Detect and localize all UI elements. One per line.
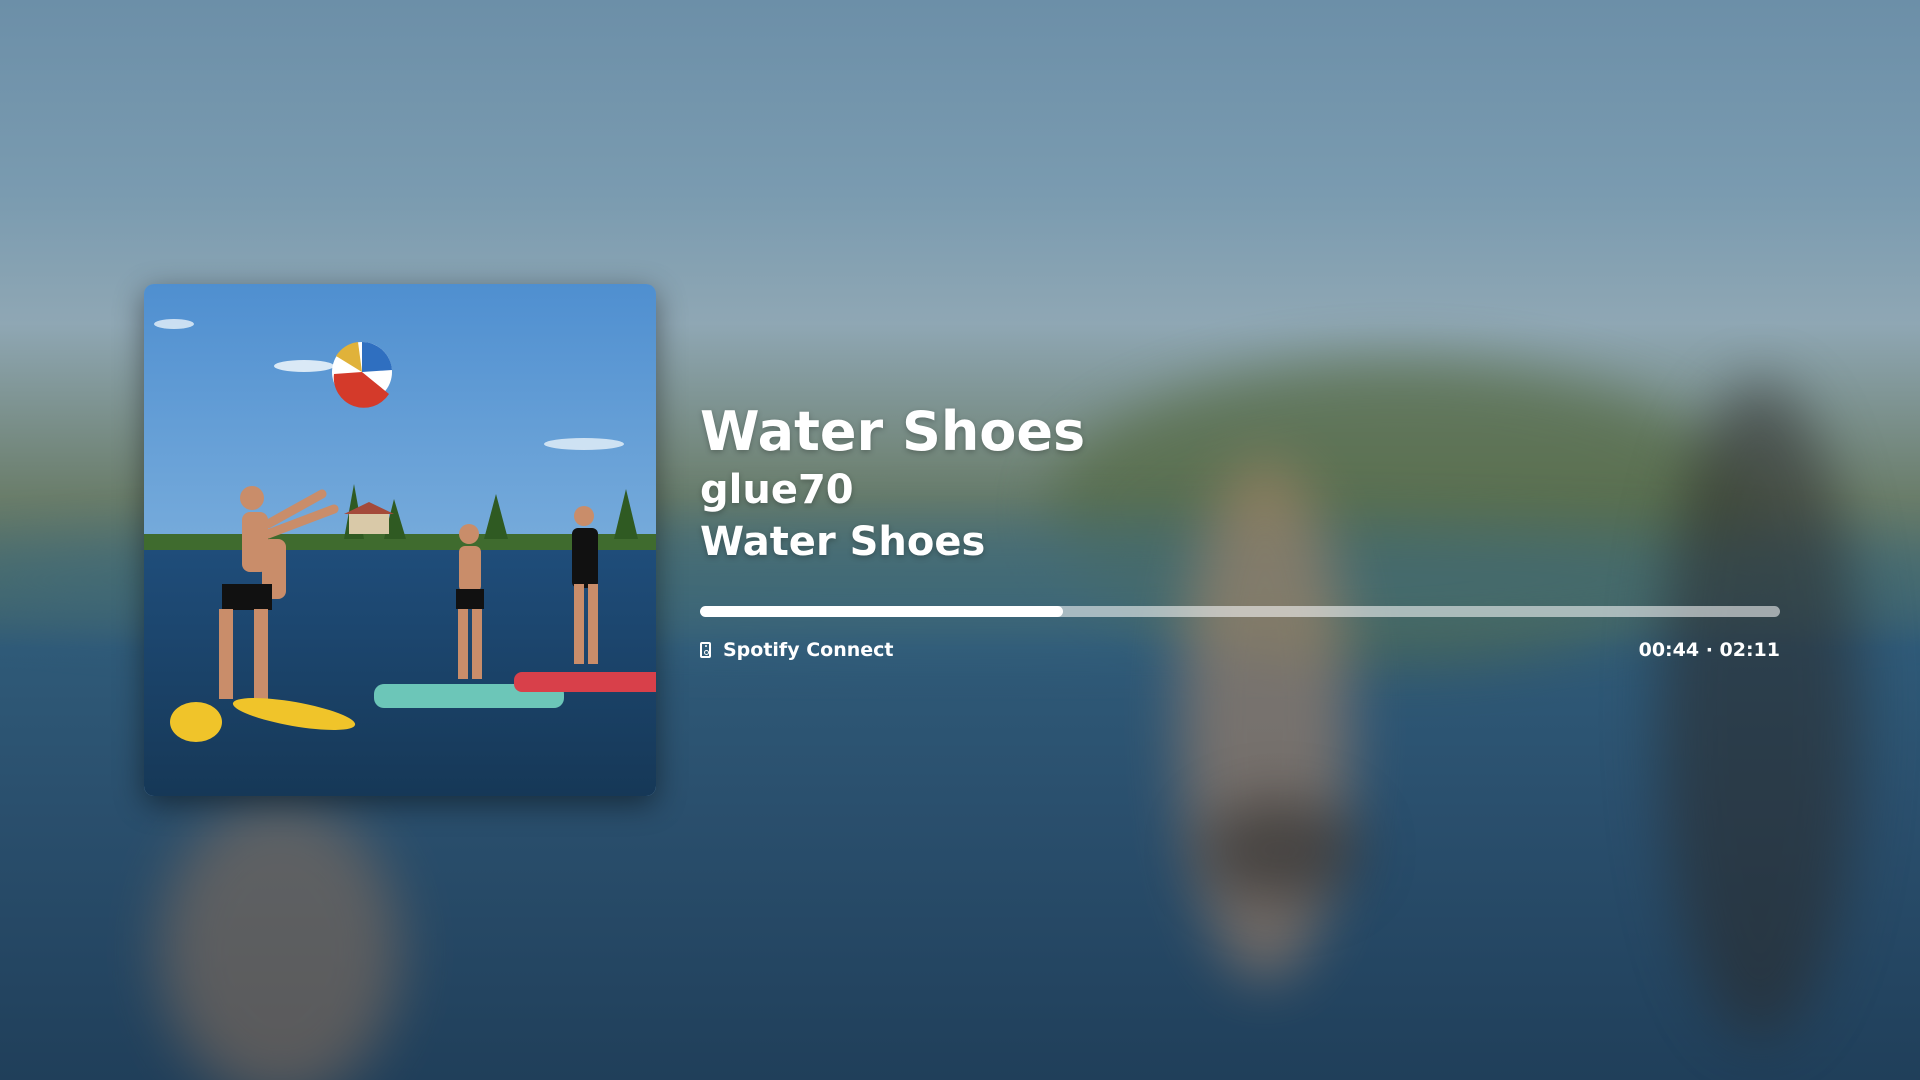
track-album: Water Shoes — [700, 519, 986, 565]
progress-bar[interactable] — [700, 606, 1780, 617]
device-label: Spotify Connect — [723, 639, 894, 661]
device-indicator: Spotify Connect — [700, 639, 893, 661]
track-info: Water Shoes glue70 Water Shoes — [700, 400, 1780, 568]
speaker-icon — [700, 642, 711, 658]
track-artist: glue70 — [700, 467, 854, 513]
track-title: Water Shoes — [700, 400, 1086, 463]
background-blob — [160, 800, 400, 1080]
background-blob — [1200, 800, 1360, 900]
progress-bar-fill — [700, 606, 1063, 617]
playback-status-row: Spotify Connect 00:44 · 02:11 — [700, 636, 1780, 664]
album-art — [144, 284, 656, 796]
album-art-image — [144, 284, 656, 796]
time-display: 00:44 · 02:11 — [1638, 639, 1780, 661]
